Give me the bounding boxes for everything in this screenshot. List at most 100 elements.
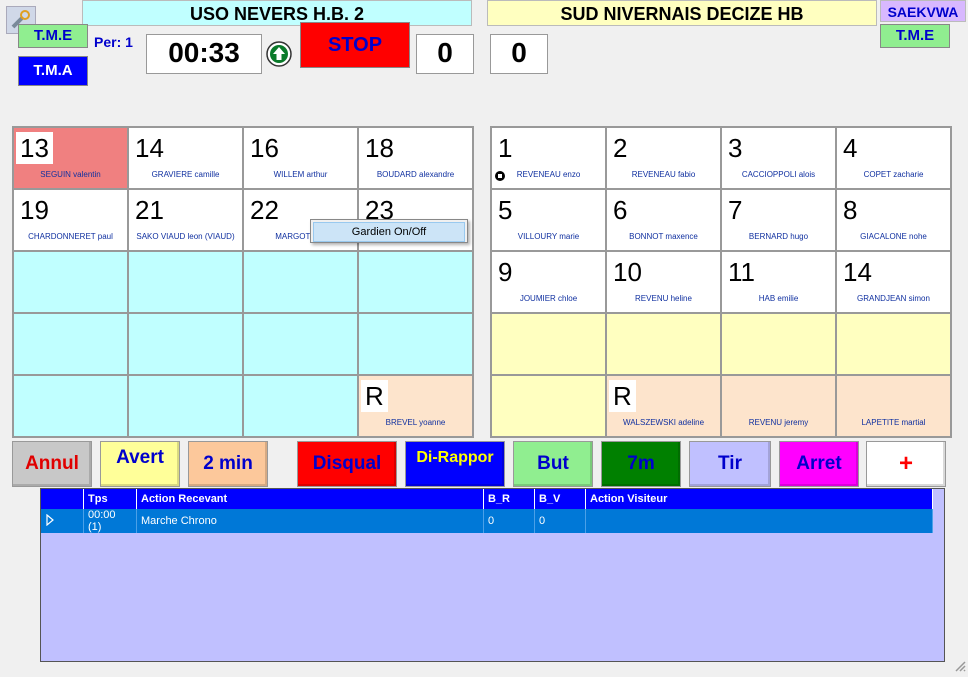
player-name: BREVEL yoanne: [385, 418, 446, 427]
home-tma-button[interactable]: T.M.A: [18, 56, 88, 86]
home-empty-cell[interactable]: [13, 251, 128, 313]
home-empty-cell[interactable]: [128, 375, 243, 437]
player-name: REVENU heline: [635, 294, 692, 303]
context-menu-gardien-toggle[interactable]: Gardien On/Off: [313, 222, 465, 242]
log-cell-action-visiteur: [585, 509, 933, 533]
visitor-player-cell[interactable]: 11 HAB emilie: [721, 251, 836, 313]
home-empty-cell[interactable]: [358, 251, 473, 313]
home-empty-cell[interactable]: [128, 313, 243, 375]
visitor-player-cell[interactable]: 10 REVENU heline: [606, 251, 721, 313]
visitor-player-cell[interactable]: R WALSZEWSKI adeline: [606, 375, 721, 437]
player-number: R: [361, 380, 388, 412]
action-button-disqual[interactable]: Disqual: [297, 441, 397, 487]
visitor-empty-cell[interactable]: [721, 313, 836, 375]
visitor-player-cell[interactable]: 1 REVENEAU enzo: [491, 127, 606, 189]
player-name: COPET zacharie: [863, 170, 924, 179]
action-button-plus[interactable]: +: [866, 441, 946, 487]
home-player-cell[interactable]: R BREVEL yoanne: [358, 375, 473, 437]
action-button-arret[interactable]: Arret: [779, 441, 859, 487]
log-row[interactable]: 00:00 (1) Marche Chrono 0 0: [41, 509, 933, 533]
log-cell-action-recevant: Marche Chrono: [136, 509, 484, 533]
visitor-player-cell[interactable]: 9 JOUMIER chloe: [491, 251, 606, 313]
player-name: CACCIOPPOLI alois: [741, 170, 816, 179]
player-number: 5: [494, 194, 517, 226]
player-number: 1: [494, 132, 517, 164]
player-name: BOUDARD alexandre: [376, 170, 455, 179]
player-number: 16: [246, 132, 283, 164]
action-button-but[interactable]: But: [513, 441, 593, 487]
visitor-player-cell[interactable]: LAPETITE martial: [836, 375, 951, 437]
home-player-cell[interactable]: 19 CHARDONNERET paul: [13, 189, 128, 251]
player-name: JOUMIER chloe: [519, 294, 578, 303]
visitor-player-cell[interactable]: REVENU jeremy: [721, 375, 836, 437]
home-tme-button[interactable]: T.M.E: [18, 24, 88, 48]
log-cell-b-v: 0: [534, 509, 586, 533]
visitor-tme-button[interactable]: T.M.E: [880, 24, 950, 48]
event-log-table: Tps Action Recevant B_R B_V Action Visit…: [41, 489, 933, 533]
resize-grip-icon[interactable]: [952, 658, 966, 672]
visitor-player-cell[interactable]: 5 VILLOURY marie: [491, 189, 606, 251]
home-score: 0: [416, 34, 474, 74]
visitor-player-cell[interactable]: 14 GRANDJEAN simon: [836, 251, 951, 313]
player-number: 14: [839, 256, 876, 288]
home-empty-cell[interactable]: [13, 375, 128, 437]
home-player-cell[interactable]: 14 GRAVIERE camille: [128, 127, 243, 189]
player-number: 11: [724, 256, 759, 288]
player-number: 8: [839, 194, 862, 226]
visitor-player-cell[interactable]: 2 REVENEAU fabio: [606, 127, 721, 189]
visitor-team-name: SUD NIVERNAIS DECIZE HB: [487, 0, 877, 26]
home-player-cell[interactable]: 13 SEGUIN valentin: [13, 127, 128, 189]
home-team-name: USO NEVERS H.B. 2: [82, 0, 472, 26]
home-empty-cell[interactable]: [13, 313, 128, 375]
clock-up-icon[interactable]: [266, 41, 292, 67]
log-header-b-v: B_V: [534, 489, 586, 509]
action-button-annul[interactable]: Annul: [12, 441, 92, 487]
visitor-player-cell[interactable]: 3 CACCIOPPOLI alois: [721, 127, 836, 189]
visitor-players-grid: 1 REVENEAU enzo 2 REVENEAU fabio 3 CACCIOPPOL…: [490, 126, 952, 438]
player-name: GRAVIERE camille: [151, 170, 220, 179]
player-name: WILLEM arthur: [273, 170, 328, 179]
action-button-2-min[interactable]: 2 min: [188, 441, 268, 487]
player-number: 21: [131, 194, 168, 226]
player-number: 3: [724, 132, 747, 164]
visitor-empty-cell[interactable]: [491, 375, 606, 437]
visitor-empty-cell[interactable]: [836, 313, 951, 375]
visitor-player-cell[interactable]: 7 BERNARD hugo: [721, 189, 836, 251]
player-number: 10: [609, 256, 646, 288]
home-player-cell[interactable]: 21 SAKO VIAUD leon (VIAUD): [128, 189, 243, 251]
row-selector-icon: [41, 509, 84, 533]
player-number: 18: [361, 132, 398, 164]
player-number: 7: [724, 194, 747, 226]
game-clock: 00:33: [146, 34, 262, 74]
home-empty-cell[interactable]: [358, 313, 473, 375]
action-button-di-rappor[interactable]: Di-Rappor: [405, 441, 505, 487]
home-empty-cell[interactable]: [243, 375, 358, 437]
context-menu: Gardien On/Off: [310, 219, 468, 243]
player-number: R: [609, 380, 636, 412]
log-header-row: Tps Action Recevant B_R B_V Action Visit…: [41, 489, 933, 509]
action-button-avert[interactable]: Avert: [100, 441, 180, 487]
home-empty-cell[interactable]: [128, 251, 243, 313]
player-number: 14: [131, 132, 168, 164]
visitor-empty-cell[interactable]: [491, 313, 606, 375]
home-player-cell[interactable]: 18 BOUDARD alexandre: [358, 127, 473, 189]
player-name: GRANDJEAN simon: [857, 294, 930, 303]
visitor-player-cell[interactable]: 8 GIACALONE nohe: [836, 189, 951, 251]
home-empty-cell[interactable]: [243, 313, 358, 375]
player-number: 4: [839, 132, 862, 164]
visitor-team-code: SAEKVWA: [880, 0, 966, 22]
player-number: 2: [609, 132, 632, 164]
event-log-panel: Tps Action Recevant B_R B_V Action Visit…: [40, 488, 945, 662]
player-name: BONNOT maxence: [629, 232, 698, 241]
home-players-grid: 13 SEGUIN valentin 14 GRAVIERE camille 16 WIL…: [12, 126, 474, 438]
action-button-7m[interactable]: 7m: [601, 441, 681, 487]
stop-button[interactable]: STOP: [300, 22, 410, 68]
home-player-cell[interactable]: 16 WILLEM arthur: [243, 127, 358, 189]
home-empty-cell[interactable]: [243, 251, 358, 313]
visitor-score: 0: [490, 34, 548, 74]
visitor-empty-cell[interactable]: [606, 313, 721, 375]
action-button-tir[interactable]: Tir: [689, 441, 771, 487]
player-name: VILLOURY marie: [517, 232, 580, 241]
visitor-player-cell[interactable]: 4 COPET zacharie: [836, 127, 951, 189]
visitor-player-cell[interactable]: 6 BONNOT maxence: [606, 189, 721, 251]
